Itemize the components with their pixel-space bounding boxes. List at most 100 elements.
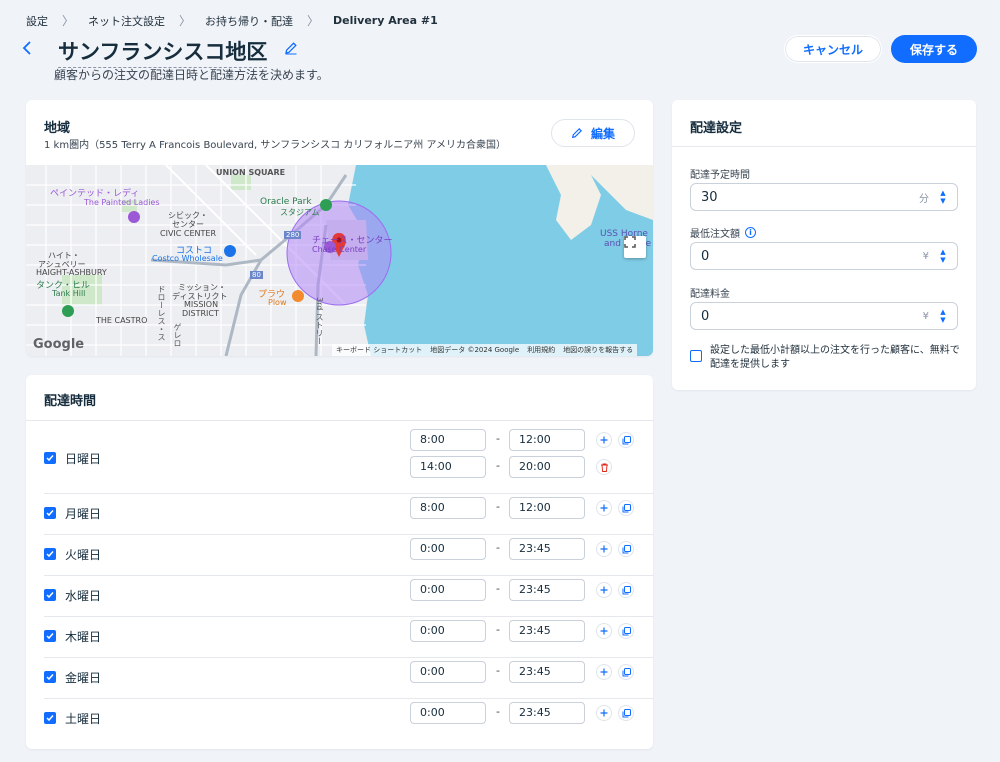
check-icon bbox=[46, 455, 54, 462]
time-to-input[interactable]: 23:45 bbox=[509, 661, 585, 683]
row-divider bbox=[44, 616, 653, 617]
map-label-civic-en: CIVIC CENTER bbox=[160, 229, 217, 238]
info-icon[interactable]: i bbox=[745, 227, 756, 238]
day-checkbox[interactable] bbox=[44, 711, 56, 724]
time-from-input[interactable]: 0:00 bbox=[410, 538, 486, 560]
breadcrumb-current: Delivery Area #1 bbox=[333, 14, 438, 27]
map-label-chase-center-en: Chase Center bbox=[312, 245, 367, 254]
map-label-costco-en: Costco Wholesale bbox=[152, 254, 223, 263]
day-checkbox[interactable] bbox=[44, 506, 56, 519]
row-divider bbox=[44, 657, 653, 658]
day-checkbox[interactable] bbox=[44, 452, 56, 464]
map-label-3rd-street: 3rd ストリー bbox=[315, 297, 324, 345]
copy-hours-button[interactable] bbox=[618, 582, 634, 598]
region-description: 1 km圏内（555 Terry A Francois Boulevard, サ… bbox=[44, 140, 506, 151]
day-label: 月曜日 bbox=[65, 506, 102, 521]
stepper-icon[interactable]: ▲ ▼ bbox=[939, 248, 947, 264]
time-to-input[interactable]: 23:45 bbox=[509, 538, 585, 560]
map-label-castro: THE CASTRO bbox=[96, 316, 148, 325]
edit-region-button[interactable]: 編集 bbox=[551, 119, 635, 147]
pencil-icon bbox=[571, 128, 582, 139]
cancel-button[interactable]: キャンセル bbox=[784, 35, 882, 63]
delivery-settings-card: 配達設定 配達予定時間 30 分 ▲ ▼ 最低注文額 i 0 ¥ ▲ ▼ 配達料金 … bbox=[672, 100, 976, 390]
time-from-input[interactable]: 0:00 bbox=[410, 620, 486, 642]
time-to-input[interactable]: 12:00 bbox=[509, 429, 585, 451]
breadcrumb-item-settings[interactable]: 設定 bbox=[26, 13, 48, 29]
add-time-slot-button[interactable] bbox=[596, 500, 612, 516]
breadcrumb-item-pickup-delivery[interactable]: お持ち帰り・配達 bbox=[205, 13, 293, 29]
delivery-area-map[interactable]: UNION SQUARE ペインテッド・レディ The Painted Ladi… bbox=[26, 165, 653, 356]
add-time-slot-button[interactable] bbox=[596, 623, 612, 639]
copy-hours-button[interactable] bbox=[618, 432, 634, 448]
check-icon bbox=[46, 550, 54, 557]
breadcrumb-item-online-ordering[interactable]: ネット注文設定 bbox=[88, 13, 165, 29]
add-time-slot-button[interactable] bbox=[596, 664, 612, 680]
stepper-icon[interactable]: ▲ ▼ bbox=[939, 308, 947, 324]
time-from-input[interactable]: 0:00 bbox=[410, 702, 486, 724]
delivery-time-title: 配達時間 bbox=[44, 394, 97, 409]
check-icon bbox=[46, 673, 54, 680]
time-to-input[interactable]: 23:45 bbox=[509, 620, 585, 642]
stepper-icon[interactable]: ▲ ▼ bbox=[939, 189, 947, 205]
add-time-slot-button[interactable] bbox=[596, 582, 612, 598]
row-divider bbox=[44, 575, 653, 576]
copy-hours-button[interactable] bbox=[618, 541, 634, 557]
region-title: 地域 bbox=[44, 121, 71, 136]
fullscreen-icon bbox=[624, 236, 636, 248]
day-checkbox[interactable] bbox=[44, 588, 56, 601]
region-card: 地域 1 km圏内（555 Terry A Francois Boulevard… bbox=[26, 100, 653, 356]
pencil-icon[interactable] bbox=[284, 40, 302, 58]
plus-icon bbox=[600, 627, 608, 635]
day-checkbox[interactable] bbox=[44, 547, 56, 560]
plus-icon bbox=[600, 545, 608, 553]
terms-link[interactable]: 利用規約 bbox=[523, 344, 559, 356]
free-delivery-label: 設定した最低小計額以上の注文を行った顧客に、無料で配達を提供します bbox=[710, 345, 960, 370]
day-checkbox[interactable] bbox=[44, 629, 56, 642]
plus-icon bbox=[600, 709, 608, 717]
copy-hours-button[interactable] bbox=[618, 500, 634, 516]
page-title[interactable]: サンフランシスコ地区 bbox=[58, 36, 268, 68]
copy-hours-button[interactable] bbox=[618, 705, 634, 721]
settings-title: 配達設定 bbox=[690, 121, 743, 136]
copy-icon bbox=[622, 585, 631, 594]
fullscreen-button[interactable] bbox=[624, 236, 646, 258]
free-delivery-checkbox[interactable] bbox=[690, 350, 702, 362]
save-button[interactable]: 保存する bbox=[891, 35, 977, 63]
google-logo: Google bbox=[33, 337, 85, 352]
time-from-input[interactable]: 14:00 bbox=[410, 456, 486, 478]
day-checkbox[interactable] bbox=[44, 670, 56, 683]
plus-icon bbox=[600, 504, 608, 512]
time-to-input[interactable]: 20:00 bbox=[509, 456, 585, 478]
map-label-route-280: 280 bbox=[284, 231, 302, 239]
map-data-attribution: 地図データ ©2024 Google bbox=[430, 346, 520, 354]
time-from-input[interactable]: 0:00 bbox=[410, 579, 486, 601]
plus-icon bbox=[600, 436, 608, 444]
add-time-slot-button[interactable] bbox=[596, 541, 612, 557]
time-from-input[interactable]: 8:00 bbox=[410, 429, 486, 451]
add-time-slot-button[interactable] bbox=[596, 432, 612, 448]
time-to-input[interactable]: 23:45 bbox=[509, 702, 585, 724]
map-label-painted-ladies-en: The Painted Ladies bbox=[84, 198, 160, 207]
eta-field[interactable]: 30 分 ▲ ▼ bbox=[690, 183, 958, 211]
min-order-field[interactable]: 0 ¥ ▲ ▼ bbox=[690, 242, 958, 270]
copy-icon bbox=[622, 435, 631, 444]
time-from-input[interactable]: 8:00 bbox=[410, 497, 486, 519]
fee-field[interactable]: 0 ¥ ▲ ▼ bbox=[690, 302, 958, 330]
back-button[interactable] bbox=[22, 40, 40, 60]
time-from-input[interactable]: 0:00 bbox=[410, 661, 486, 683]
keyboard-shortcuts-link[interactable]: キーボード ショートカット bbox=[332, 344, 426, 356]
add-time-slot-button[interactable] bbox=[596, 705, 612, 721]
report-error-link[interactable]: 地図の誤りを報告する bbox=[559, 344, 637, 356]
time-to-input[interactable]: 23:45 bbox=[509, 579, 585, 601]
day-label: 土曜日 bbox=[65, 711, 102, 726]
plus-icon bbox=[600, 668, 608, 676]
time-to-input[interactable]: 12:00 bbox=[509, 497, 585, 519]
check-icon bbox=[46, 714, 54, 721]
copy-hours-button[interactable] bbox=[618, 623, 634, 639]
copy-hours-button[interactable] bbox=[618, 664, 634, 680]
time-range-dash: - bbox=[496, 623, 500, 636]
eta-label: 配達予定時間 bbox=[690, 170, 750, 181]
map-label-oracle-park-ja: スタジアム bbox=[280, 208, 320, 217]
delete-time-slot-button[interactable] bbox=[596, 459, 612, 475]
map-label-dolores: ドローレス・ス bbox=[157, 285, 166, 341]
